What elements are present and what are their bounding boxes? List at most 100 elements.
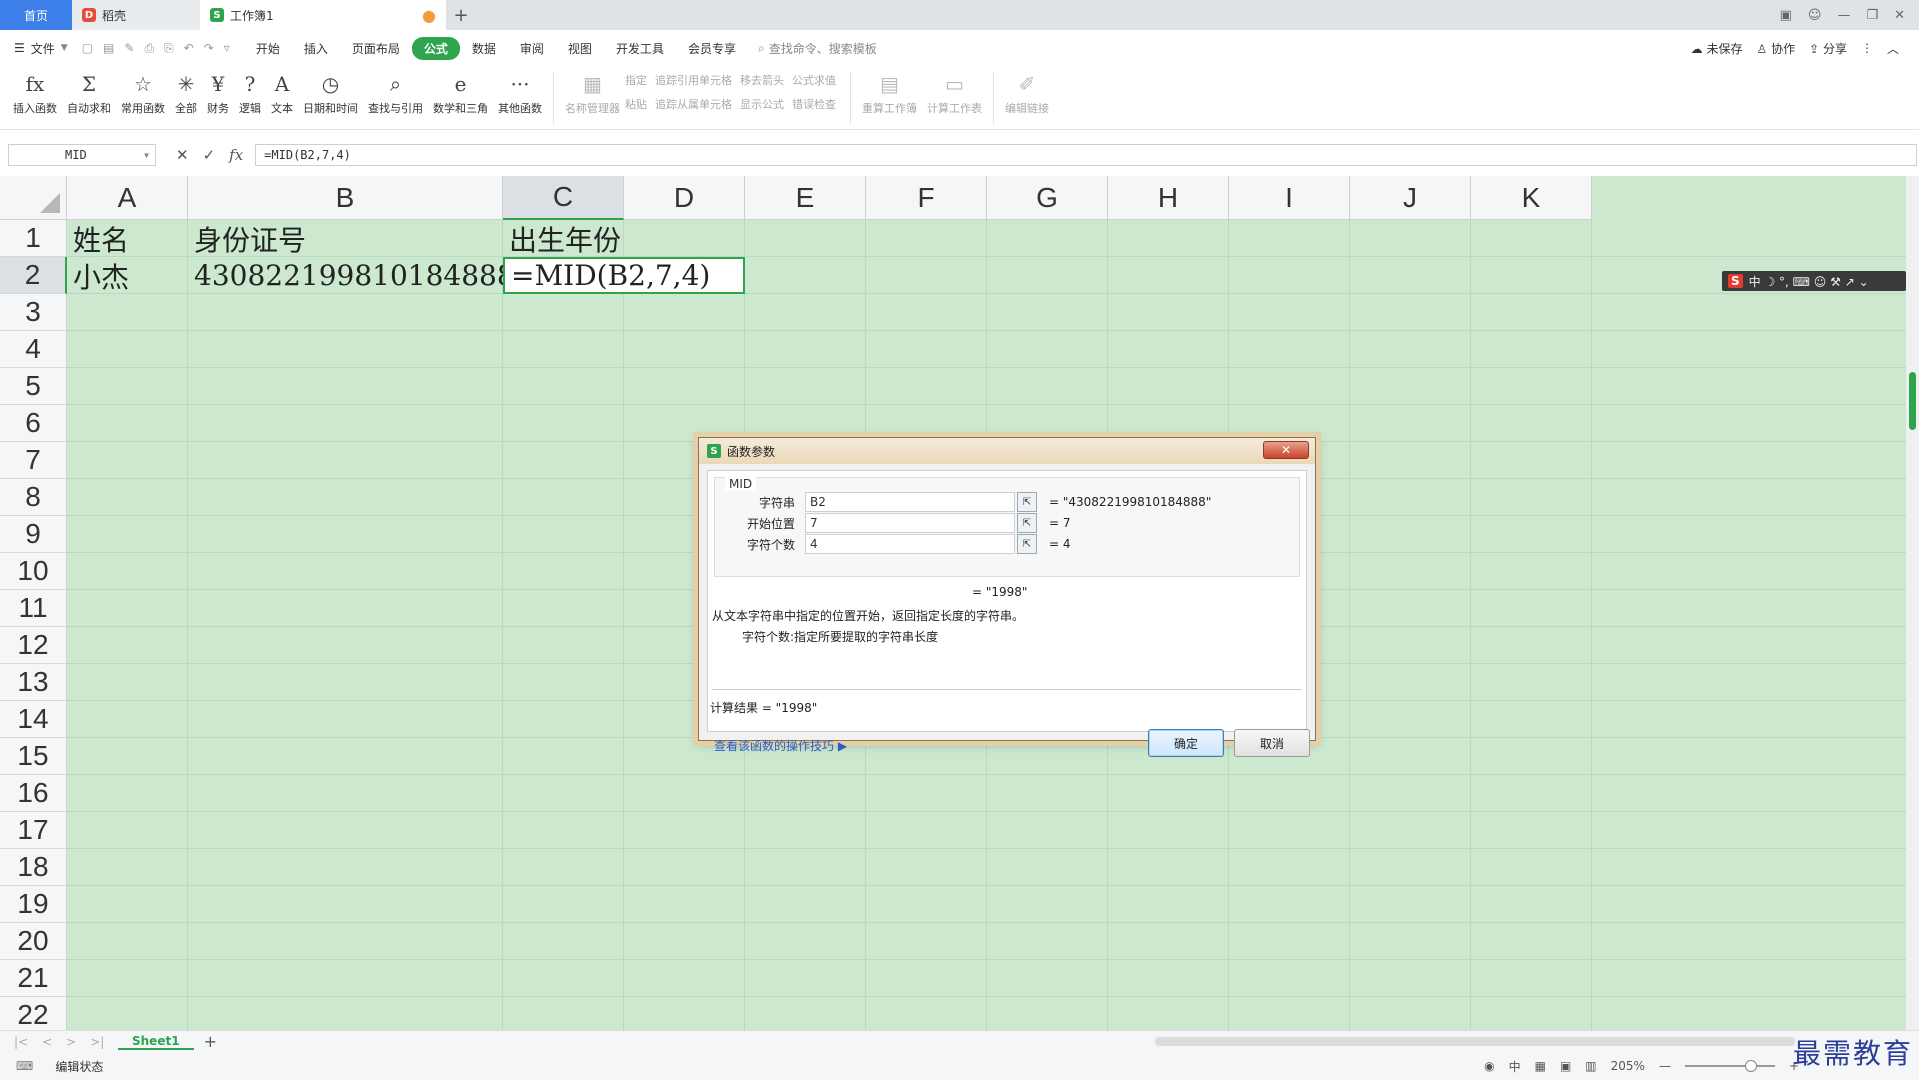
restore-icon[interactable]: ❐ [1866, 8, 1878, 23]
column-header[interactable]: G [987, 176, 1108, 220]
cell-b2[interactable]: 430822199810184888 [188, 257, 515, 294]
vertical-scrollbar[interactable] [1906, 176, 1919, 1030]
column-header[interactable]: I [1229, 176, 1350, 220]
first-sheet-icon[interactable]: |< [14, 1035, 28, 1049]
tab-developer[interactable]: 开发工具 [604, 37, 676, 60]
tab-formula[interactable]: 公式 [411, 36, 460, 60]
tab-workbook[interactable]: S 工作簿1 ● [200, 0, 446, 30]
fx-icon[interactable]: fx [229, 146, 243, 164]
undo-icon[interactable]: ↶ [184, 41, 194, 56]
layout-icon[interactable]: ▣ [1780, 8, 1792, 23]
more-options-icon[interactable]: ⋮ [1861, 41, 1873, 55]
row-header[interactable]: 14 [0, 701, 67, 738]
redo-icon[interactable]: ↷ [204, 41, 214, 56]
ok-button[interactable]: 确定 [1148, 729, 1224, 757]
column-header[interactable]: A [67, 176, 188, 220]
tab-page-layout[interactable]: 页面布局 [340, 37, 412, 60]
print-icon[interactable]: ⎙ [144, 41, 154, 56]
text-button[interactable]: A 文本 [266, 66, 298, 116]
logical-button[interactable]: ? 逻辑 [234, 66, 266, 116]
row-header[interactable]: 15 [0, 738, 67, 775]
column-header[interactable]: C [503, 176, 624, 220]
row-header[interactable]: 11 [0, 590, 67, 627]
datetime-button[interactable]: ◷ 日期和时间 [298, 66, 363, 116]
cell-a2[interactable]: 小杰 [67, 257, 129, 294]
lookup-button[interactable]: ⌕ 查找与引用 [363, 66, 428, 116]
column-header[interactable]: J [1350, 176, 1471, 220]
trace-dependents-button[interactable]: 追踪从属单元格 [655, 96, 732, 112]
recalc-workbook-button[interactable]: ▤ 重算工作簿 [857, 66, 922, 116]
select-all-corner[interactable] [0, 176, 67, 220]
specify-button[interactable]: 指定 [625, 72, 647, 88]
row-header[interactable]: 1 [0, 220, 67, 257]
all-functions-button[interactable]: ✳ 全部 [170, 66, 202, 116]
column-header[interactable]: H [1108, 176, 1229, 220]
evaluate-formula-button[interactable]: 公式求值 [792, 72, 836, 88]
column-header[interactable]: F [866, 176, 987, 220]
share-button[interactable]: ⇪ 分享 [1809, 40, 1847, 57]
column-header[interactable]: K [1471, 176, 1592, 220]
arg-input-start[interactable]: 7 [805, 513, 1015, 533]
collapse-ribbon-icon[interactable]: ︿ [1887, 40, 1899, 57]
row-header[interactable]: 17 [0, 812, 67, 849]
print-preview-icon[interactable]: ⎘ [164, 41, 174, 56]
dialog-title-bar[interactable]: S 函数参数 [699, 438, 1315, 464]
add-sheet-button[interactable]: + [204, 1032, 217, 1051]
tab-data[interactable]: 数据 [460, 37, 508, 60]
row-header[interactable]: 12 [0, 627, 67, 664]
confirm-icon[interactable]: ✓ [203, 146, 216, 164]
macro-icon[interactable]: ⌨ [16, 1059, 33, 1073]
close-icon[interactable]: ✕ [1894, 8, 1905, 23]
other-functions-button[interactable]: ··· 其他函数 [493, 66, 547, 116]
new-tab-button[interactable]: + [446, 0, 476, 30]
row-header[interactable]: 10 [0, 553, 67, 590]
name-manager-button[interactable]: ▦ 名称管理器 [560, 66, 625, 116]
row-header[interactable]: 7 [0, 442, 67, 479]
name-box[interactable]: MID ▼ [8, 144, 156, 166]
more-icon[interactable]: ▿ [224, 41, 230, 56]
arg-input-text[interactable]: B2 [805, 492, 1015, 512]
row-header[interactable]: 3 [0, 294, 67, 331]
formula-input[interactable]: =MID(B2,7,4) [255, 144, 1917, 166]
unsaved-button[interactable]: ☁ 未保存 [1691, 40, 1743, 57]
tab-member[interactable]: 会员专享 [676, 37, 748, 60]
row-header[interactable]: 20 [0, 923, 67, 960]
common-functions-button[interactable]: ☆ 常用函数 [116, 66, 170, 116]
sheet-tab[interactable]: Sheet1 [118, 1034, 194, 1050]
next-sheet-icon[interactable]: > [66, 1035, 76, 1049]
new-icon[interactable]: ▢ [82, 41, 93, 56]
minimize-icon[interactable]: — [1837, 8, 1850, 23]
edit-links-button[interactable]: ✐ 编辑链接 [1000, 66, 1054, 116]
page-break-icon[interactable]: ▥ [1585, 1059, 1596, 1073]
command-search[interactable]: ⌕ 查找命令、搜索模板 [758, 40, 877, 57]
dialog-close-button[interactable]: ✕ [1263, 441, 1309, 459]
collab-button[interactable]: ♙ 协作 [1756, 40, 1795, 57]
row-header[interactable]: 6 [0, 405, 67, 442]
autosum-button[interactable]: Σ 自动求和 [62, 66, 116, 116]
row-header[interactable]: 13 [0, 664, 67, 701]
active-cell[interactable]: =MID(B2,7,4) [503, 257, 745, 294]
show-formulas-button[interactable]: 显示公式 [740, 96, 784, 112]
column-header[interactable]: D [624, 176, 745, 220]
scroll-thumb[interactable] [1909, 372, 1916, 430]
cell-b1[interactable]: 身份证号 [188, 220, 306, 257]
range-picker-icon[interactable]: ⇱ [1017, 534, 1037, 554]
column-header[interactable]: B [188, 176, 503, 220]
prev-sheet-icon[interactable]: < [42, 1035, 52, 1049]
row-header[interactable]: 22 [0, 997, 67, 1030]
row-header[interactable]: 9 [0, 516, 67, 553]
trace-precedents-button[interactable]: 追踪引用单元格 [655, 72, 732, 88]
financial-button[interactable]: ¥ 财务 [202, 66, 234, 116]
row-header[interactable]: 2 [0, 257, 67, 294]
tab-start[interactable]: 开始 [244, 37, 292, 60]
zoom-level[interactable]: 205% [1611, 1059, 1645, 1073]
row-header[interactable]: 21 [0, 960, 67, 997]
row-header[interactable]: 16 [0, 775, 67, 812]
tab-docer[interactable]: D 稻壳 [72, 0, 200, 30]
ime-status-icon[interactable]: 中 [1509, 1058, 1521, 1075]
row-header[interactable]: 18 [0, 849, 67, 886]
calc-sheet-button[interactable]: ▭ 计算工作表 [922, 66, 987, 116]
zoom-slider[interactable] [1684, 1060, 1775, 1072]
row-header[interactable]: 8 [0, 479, 67, 516]
tab-view[interactable]: 视图 [556, 37, 604, 60]
